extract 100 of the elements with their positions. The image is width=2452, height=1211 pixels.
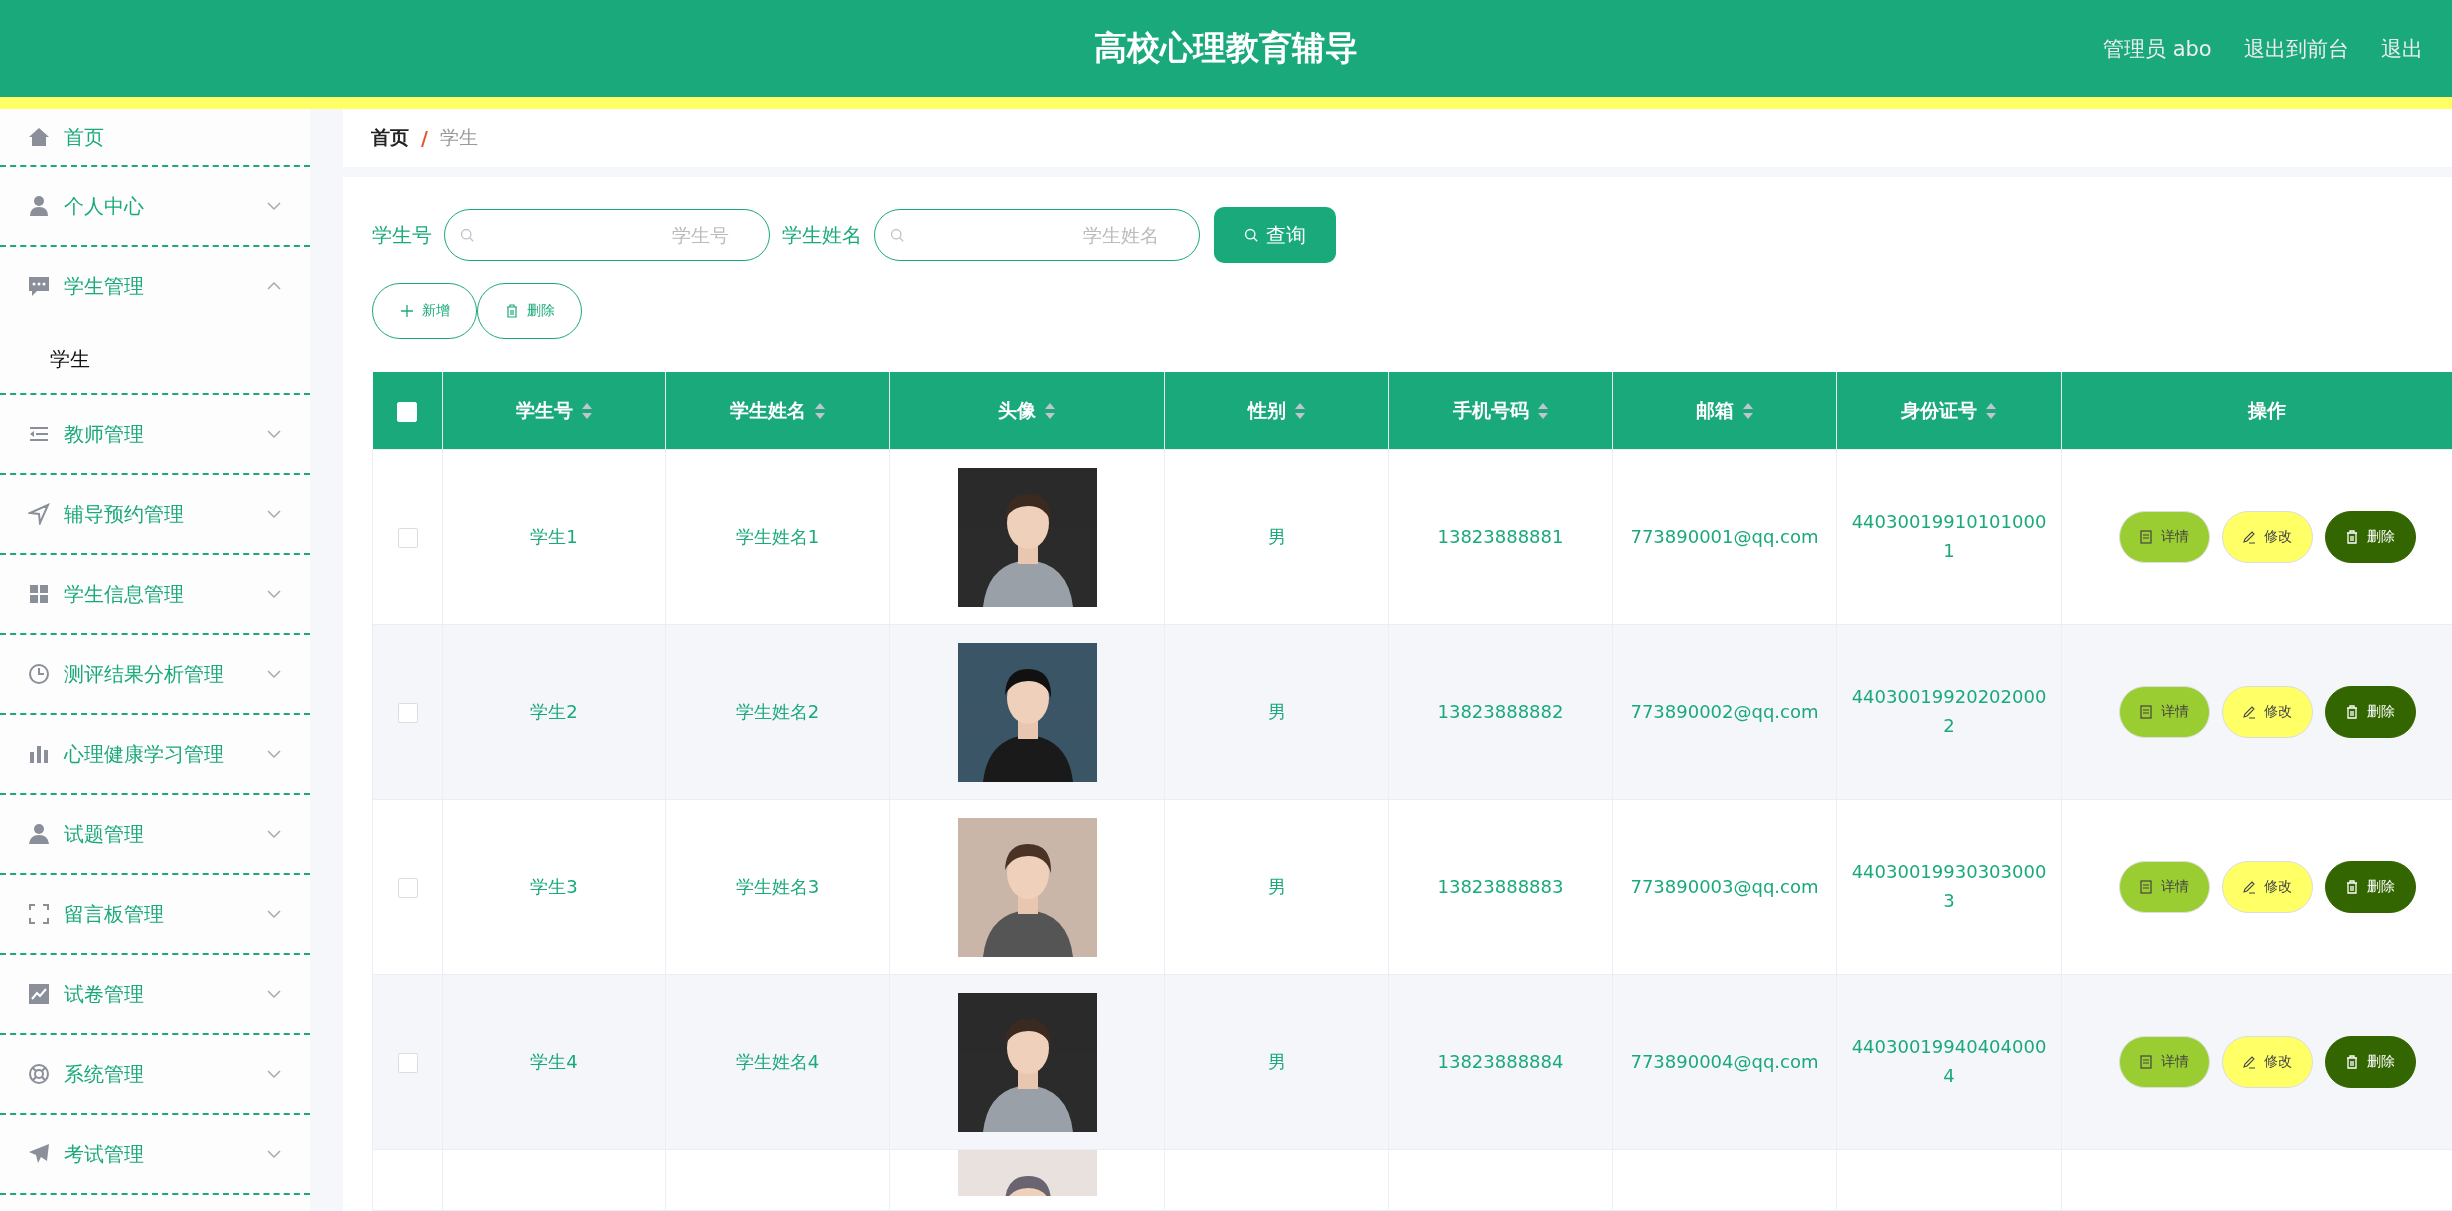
table-cell: 学生姓名4 <box>665 974 890 1150</box>
home-icon <box>28 126 50 148</box>
search-field[interactable]: 学生姓名 <box>874 209 1200 261</box>
add-button[interactable]: 新增 <box>372 283 477 339</box>
trash-icon <box>2345 530 2359 544</box>
table-cell: 773890002@qq.com <box>1612 624 1837 800</box>
trash-icon <box>2345 705 2359 719</box>
table-cell: 13823888881 <box>1388 449 1613 625</box>
table-cell: 学生姓名1 <box>665 449 890 625</box>
table-cell: 13823888883 <box>1388 799 1613 975</box>
sidebar-item[interactable]: 教师管理 <box>0 395 310 475</box>
breadcrumb-item[interactable]: 学生 <box>439 125 478 151</box>
edit-button[interactable]: 修改 <box>2221 1036 2313 1088</box>
table-cell: 男 <box>1164 624 1389 800</box>
edit-button[interactable]: 修改 <box>2221 861 2313 913</box>
table-cell: 773890004@qq.com <box>1612 974 1837 1150</box>
table-cell: 学生姓名3 <box>665 799 890 975</box>
pencil-icon <box>2242 880 2256 894</box>
navigation-icon <box>28 503 50 525</box>
trash-icon <box>2345 1055 2359 1069</box>
sidebar-item[interactable]: 测评结果分析管理 <box>0 635 310 715</box>
search-field[interactable]: 学生号 <box>444 209 770 261</box>
trash-icon <box>504 304 519 318</box>
sidebar-item[interactable]: 首页 <box>0 109 310 167</box>
row-checkbox[interactable] <box>397 877 418 898</box>
user-icon <box>28 823 50 845</box>
header-link[interactable]: 退出 <box>2380 34 2423 63</box>
details-button[interactable]: 详情 <box>2118 511 2210 563</box>
user-icon <box>28 195 50 217</box>
table-cell: 440300199303030003 <box>1836 799 2062 975</box>
field-label: 学生姓名 <box>782 221 862 249</box>
table-cell: 男 <box>1164 799 1389 975</box>
search-icon <box>890 228 904 242</box>
sidebar-item[interactable]: 学生管理 <box>0 247 310 325</box>
table-cell: 男 <box>1164 974 1389 1150</box>
delete-button[interactable]: 删除 <box>2324 511 2416 563</box>
column-header[interactable]: 学生号 <box>515 397 573 424</box>
details-button[interactable]: 详情 <box>2118 861 2210 913</box>
sidebar-item[interactable]: 辅导预约管理 <box>0 475 310 555</box>
table-cell: 学生姓名2 <box>665 624 890 800</box>
table-cell: 773890003@qq.com <box>1612 799 1837 975</box>
details-button[interactable]: 详情 <box>2118 686 2210 738</box>
delete-button[interactable]: 删除 <box>477 283 582 339</box>
pencil-icon <box>2242 705 2256 719</box>
table-cell: 学生4 <box>442 974 666 1150</box>
header-link[interactable]: 管理员 abo <box>2103 34 2212 63</box>
table-cell: 13823888884 <box>1388 974 1613 1150</box>
sidebar-item[interactable]: 试卷管理 <box>0 955 310 1035</box>
field-label: 学生号 <box>372 221 432 249</box>
sidebar-item[interactable]: 系统管理 <box>0 1035 310 1115</box>
sidebar-item[interactable]: 留言板管理 <box>0 875 310 955</box>
submenu-item[interactable]: 学生 <box>50 345 90 373</box>
chat-icon <box>28 275 50 297</box>
table-cell: 学生3 <box>442 799 666 975</box>
column-header[interactable]: 操作 <box>2248 397 2286 424</box>
breadcrumb-separator: / <box>421 127 428 149</box>
table-cell: 学生1 <box>442 449 666 625</box>
lifebuoy-icon <box>28 1063 50 1085</box>
trash-icon <box>2345 880 2359 894</box>
row-checkbox[interactable] <box>397 527 418 548</box>
table-cell: 440300199101010001 <box>1836 449 2062 625</box>
document-icon <box>2139 1055 2153 1069</box>
app-title: 高校心理教育辅导 <box>1094 27 1358 69</box>
sidebar-item[interactable]: 考试管理 <box>0 1115 310 1195</box>
breadcrumb-item[interactable]: 首页 <box>371 125 409 151</box>
document-icon <box>2139 530 2153 544</box>
table-cell: 男 <box>1164 449 1389 625</box>
sidebar-item[interactable]: 心理健康学习管理 <box>0 715 310 795</box>
sidebar-item[interactable]: 试题管理 <box>0 795 310 875</box>
delete-button[interactable]: 删除 <box>2324 1036 2416 1088</box>
edit-button[interactable]: 修改 <box>2221 686 2313 738</box>
row-checkbox[interactable] <box>397 702 418 723</box>
pencil-icon <box>2242 530 2256 544</box>
column-header[interactable]: 邮箱 <box>1695 397 1734 424</box>
search-icon <box>1244 228 1258 242</box>
table-cell: 440300199202020002 <box>1836 624 2062 800</box>
sidebar-item[interactable]: 学生信息管理 <box>0 555 310 635</box>
table-cell: 学生2 <box>442 624 666 800</box>
table-cell: 773890001@qq.com <box>1612 449 1837 625</box>
delete-button[interactable]: 删除 <box>2324 686 2416 738</box>
select-all-checkbox[interactable] <box>397 401 418 422</box>
bar-chart-icon <box>28 743 50 765</box>
delete-button[interactable]: 删除 <box>2324 861 2416 913</box>
column-header[interactable]: 身份证号 <box>1901 397 1977 424</box>
details-button[interactable]: 详情 <box>2118 1036 2210 1088</box>
document-icon <box>2139 705 2153 719</box>
grid-icon <box>28 583 50 605</box>
column-header[interactable]: 手机号码 <box>1452 397 1529 424</box>
column-header[interactable]: 性别 <box>1247 397 1286 424</box>
edit-button[interactable]: 修改 <box>2221 511 2313 563</box>
row-checkbox[interactable] <box>397 1052 418 1073</box>
document-icon <box>2139 880 2153 894</box>
line-chart-icon <box>28 983 50 1005</box>
search-button[interactable]: 查询 <box>1214 207 1336 263</box>
column-header[interactable]: 学生姓名 <box>729 397 806 424</box>
sidebar-item[interactable]: 个人中心 <box>0 167 310 247</box>
plus-icon <box>399 304 414 318</box>
column-header[interactable]: 头像 <box>998 397 1036 424</box>
header-link[interactable]: 退出到前台 <box>2243 34 2349 63</box>
search-icon <box>460 228 474 242</box>
